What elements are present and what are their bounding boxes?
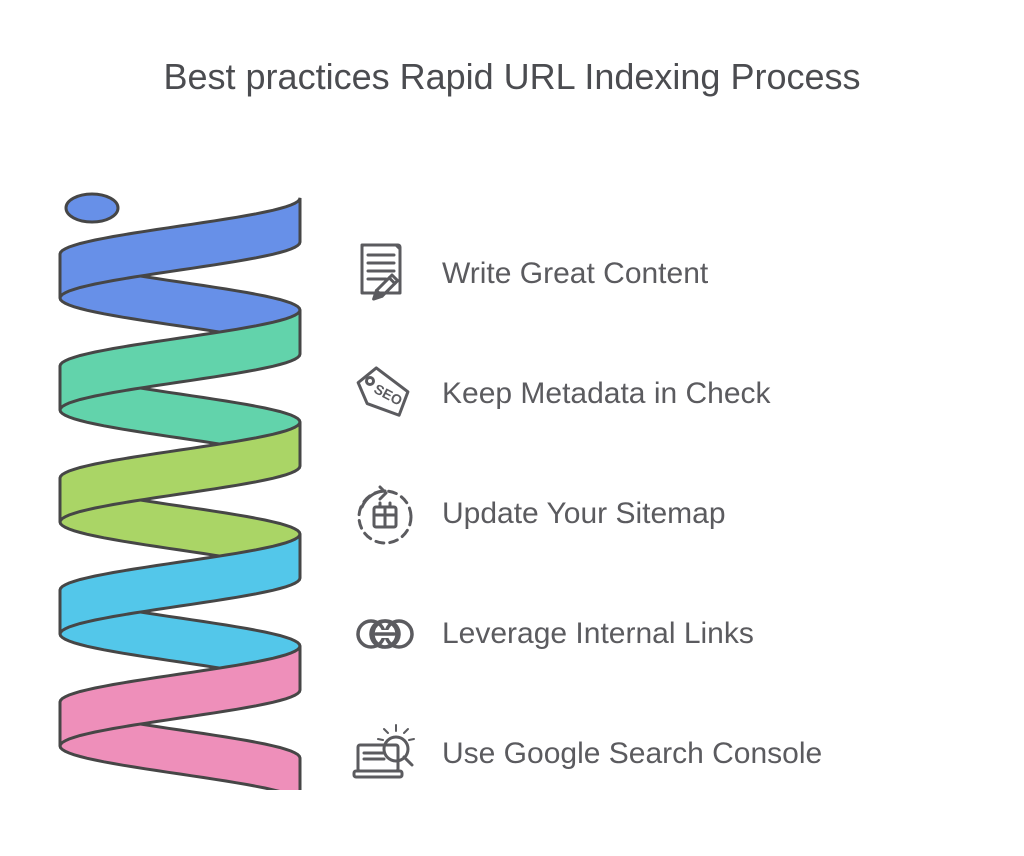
- write-content-icon: [350, 239, 420, 309]
- list-item-label: Update Your Sitemap: [442, 497, 726, 531]
- list-item-label: Keep Metadata in Check: [442, 377, 771, 411]
- search-console-icon: [350, 719, 420, 789]
- list-item-label: Write Great Content: [442, 257, 708, 291]
- list-item-label: Use Google Search Console: [442, 737, 822, 771]
- page-title: Best practices Rapid URL Indexing Proces…: [0, 56, 1024, 98]
- list-item-label: Leverage Internal Links: [442, 617, 754, 651]
- list-item: SEO Keep Metadata in Check: [350, 334, 822, 454]
- list-item: Update Your Sitemap: [350, 454, 822, 574]
- infographic-canvas: Best practices Rapid URL Indexing Proces…: [0, 0, 1024, 856]
- list-item: Leverage Internal Links: [350, 574, 822, 694]
- list-item: Write Great Content: [350, 214, 822, 334]
- internal-links-icon: [350, 599, 420, 669]
- practices-list: Write Great Content SEO Keep Metadata in…: [350, 214, 822, 814]
- spiral-spring-illustration: [40, 180, 320, 790]
- list-item: Use Google Search Console: [350, 694, 822, 814]
- sitemap-update-icon: [350, 479, 420, 549]
- seo-tag-icon: SEO: [350, 359, 420, 429]
